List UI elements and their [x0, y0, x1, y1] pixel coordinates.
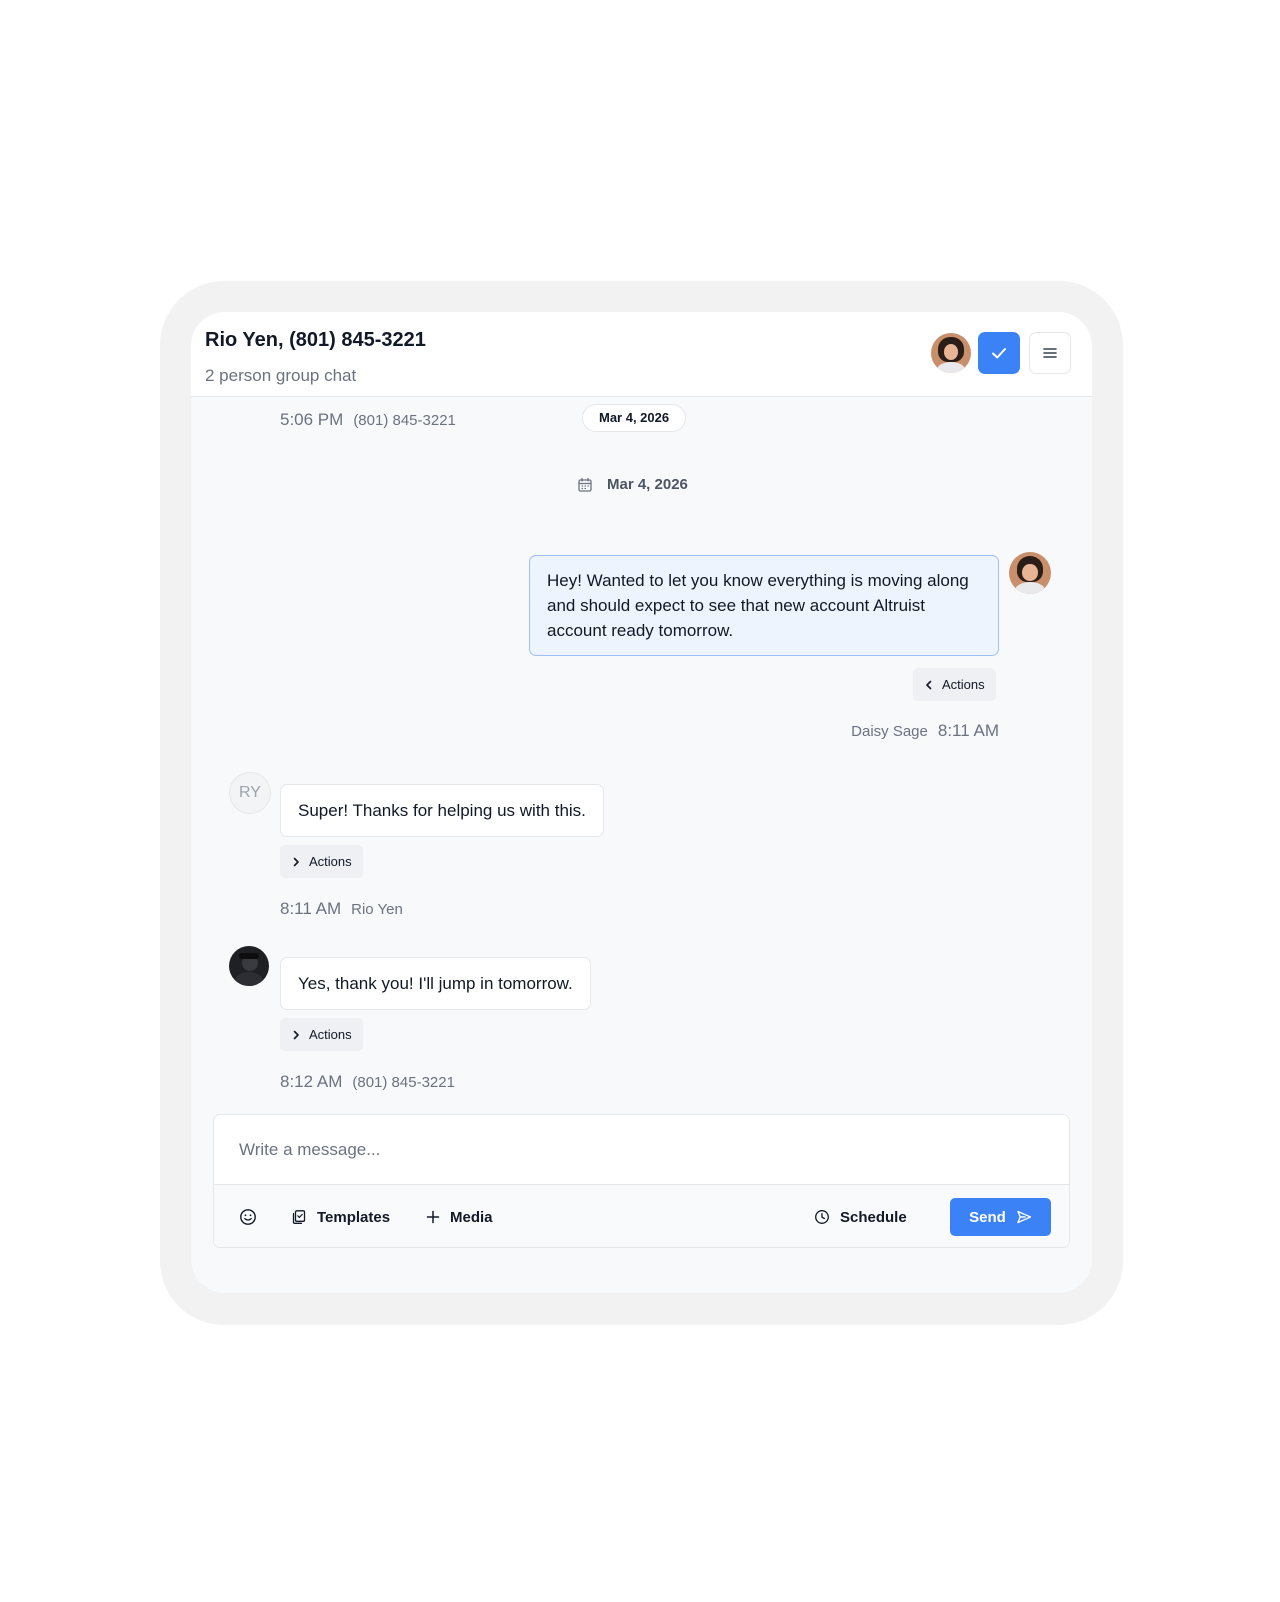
message-sender: Rio Yen: [351, 901, 403, 918]
message-meta: Daisy Sage 8:11 AM: [851, 721, 999, 741]
calendar-icon: [578, 477, 592, 492]
media-button[interactable]: Media: [426, 1185, 493, 1247]
date-separator-label: Mar 4, 2026: [607, 476, 688, 493]
actions-label: Actions: [309, 1027, 352, 1042]
message-time: 8:11 AM: [937, 721, 999, 740]
actions-label: Actions: [942, 677, 985, 692]
media-label: Media: [450, 1208, 493, 1226]
templates-label: Templates: [317, 1208, 391, 1226]
templates-icon: [292, 1210, 306, 1224]
message-time: 8:11 AM: [280, 899, 342, 918]
message-sender: (801) 845-3221: [352, 1074, 455, 1091]
composer-toolbar: Templates Media Schedule Send: [214, 1184, 1069, 1247]
message-text: Hey! Wanted to let you know everything i…: [547, 571, 969, 640]
send-button[interactable]: Send: [950, 1198, 1051, 1236]
message-bubble-incoming[interactable]: Super! Thanks for helping us with this.: [280, 784, 604, 837]
actions-button[interactable]: Actions: [280, 1018, 363, 1051]
message-bubble-incoming[interactable]: Yes, thank you! I'll jump in tomorrow.: [280, 957, 591, 1010]
emoji-button[interactable]: [239, 1185, 257, 1247]
clock-icon: [815, 1210, 829, 1224]
message-meta: 8:11 AM Rio Yen: [280, 899, 403, 919]
send-icon: [1017, 1210, 1032, 1224]
message-time: 5:06 PM: [280, 410, 344, 429]
message-text: Yes, thank you! I'll jump in tomorrow.: [298, 974, 573, 993]
chevron-left-icon: [926, 680, 932, 689]
chevron-right-icon: [293, 857, 299, 866]
sender-avatar: [1009, 552, 1051, 594]
emoji-icon: [240, 1209, 256, 1225]
send-label: Send: [969, 1208, 1006, 1226]
templates-button[interactable]: Templates: [291, 1185, 391, 1247]
message-bubble-outgoing[interactable]: Hey! Wanted to let you know everything i…: [529, 555, 999, 656]
contact-avatar: [229, 946, 269, 986]
chat-title: Rio Yen, (801) 845-3221: [205, 329, 426, 351]
actions-button[interactable]: Actions: [280, 845, 363, 878]
menu-icon: [1043, 348, 1057, 358]
check-icon: [992, 348, 1006, 359]
message-meta: 8:12 AM (801) 845-3221: [280, 1072, 455, 1092]
contact-avatar-initials: RY: [229, 772, 271, 814]
actions-button[interactable]: Actions: [913, 668, 996, 701]
message-sender: Daisy Sage: [851, 723, 928, 740]
chat-panel: Rio Yen, (801) 845-3221 2 person group c…: [191, 312, 1092, 1293]
message-composer: Templates Media Schedule Send: [213, 1114, 1070, 1248]
actions-label: Actions: [309, 854, 352, 869]
menu-button[interactable]: [1029, 332, 1071, 374]
chat-header: Rio Yen, (801) 845-3221 2 person group c…: [191, 312, 1092, 397]
assigned-user-avatar[interactable]: [931, 333, 971, 373]
chevron-right-icon: [293, 1030, 299, 1039]
message-time: 8:12 AM: [280, 1072, 343, 1091]
chat-subtitle: 2 person group chat: [205, 366, 357, 385]
message-input[interactable]: [214, 1115, 1069, 1184]
date-separator: Mar 4, 2026: [577, 476, 688, 493]
mark-done-button[interactable]: [978, 332, 1020, 374]
prev-message-meta: 5:06 PM (801) 845-3221: [280, 410, 456, 430]
plus-icon: [426, 1210, 440, 1224]
sticky-date-pill: Mar 4, 2026: [582, 404, 687, 432]
schedule-label: Schedule: [840, 1208, 907, 1226]
schedule-button[interactable]: Schedule: [814, 1185, 907, 1247]
message-text: Super! Thanks for helping us with this.: [298, 801, 586, 820]
message-sender: (801) 845-3221: [353, 412, 456, 429]
